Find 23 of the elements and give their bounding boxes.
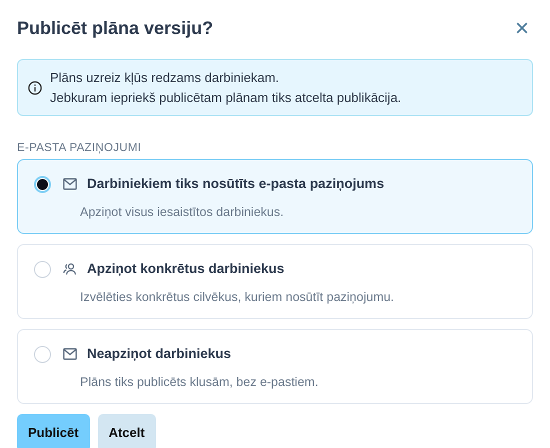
people-icon (63, 263, 77, 276)
alert-text: Plāns uzreiz kļūs redzams darbiniekam. (50, 69, 280, 87)
option-card[interactable]: Darbiniekiem tiks nosūtīts e-pasta paziņojums Apziņot visus iesaistītos darbiniekus. (17, 159, 533, 234)
option-card[interactable]: Apziņot konkrētus darbiniekus Izvēlēties konkrētus cilvēkus, kuriem nosūtīt paziņojumu. (17, 244, 533, 320)
radio-button[interactable] (34, 260, 51, 278)
alert-text: Jebkuram iepriekš publicētam plānam tiks atcelta publikācija. (50, 88, 402, 107)
info-icon (28, 80, 42, 94)
option-title: Neapziņot darbiniekus (87, 345, 232, 364)
dialog-title: Publicēt plāna versiju? (17, 18, 214, 40)
close-button[interactable]: × (510, 17, 533, 41)
option-card[interactable]: Neapziņot darbiniekus Plāns tiks publicēts klusām, bez e-pastiem. (17, 329, 533, 404)
option-description: Apziņot visus iesaistītos darbiniekus. (80, 204, 285, 221)
mail-icon (63, 178, 77, 190)
cancel-button[interactable]: Atcelt (98, 414, 156, 448)
radio-button[interactable] (34, 346, 51, 363)
radio-button[interactable] (34, 176, 51, 193)
publish-button[interactable]: Publicēt (17, 414, 90, 448)
option-description: Izvēlēties konkrētus cilvēkus, kuriem nosūtīt paziņojumu. (80, 288, 396, 306)
option-title: Apziņot konkrētus darbiniekus (87, 260, 284, 278)
mail-icon (63, 348, 77, 360)
option-title: Darbiniekiem tiks nosūtīts e-pasta paziņojums (87, 175, 384, 194)
option-description: Plāns tiks publicēts klusām, bez e-pastiem. (80, 374, 320, 391)
section-label: E-PASTA PAZIŅOJUMI (17, 141, 142, 156)
